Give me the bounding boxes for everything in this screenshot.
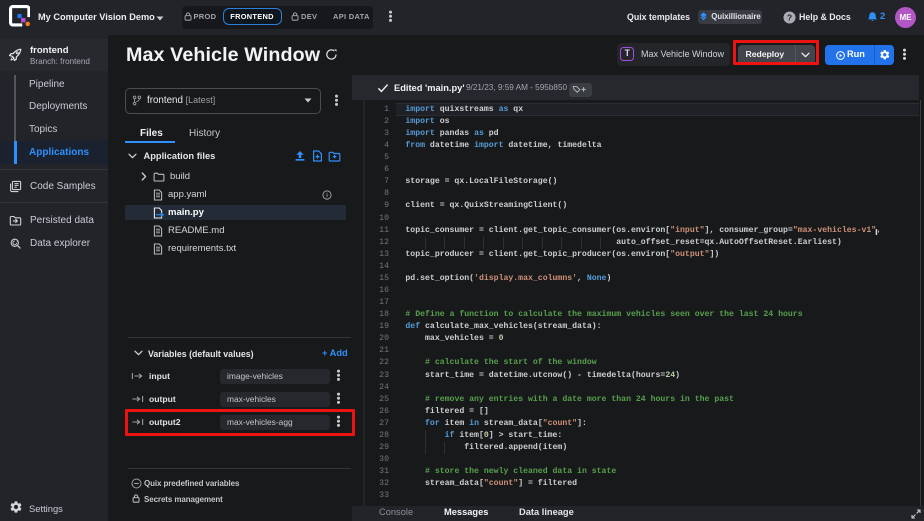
svg-text:?: ? [787, 12, 792, 22]
